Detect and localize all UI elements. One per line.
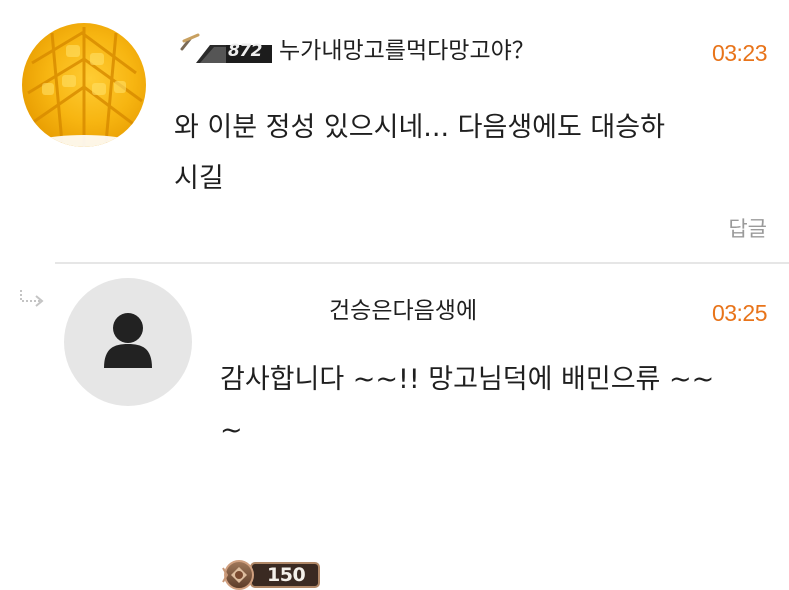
level-badge: 150 — [221, 558, 321, 590]
badge-level-number: 150 — [267, 564, 306, 586]
comment-text-line: 와 이분 정성 있으시네... 다음생에도 대승하 — [174, 112, 665, 143]
comment-text: 와 이분 정성 있으시네... 다음생에도 대승하 시길 — [174, 102, 665, 204]
comment-text: 감사합니다 ~~!! 망고님덕에 배민으류 ~~ ~ — [220, 354, 714, 456]
avatar[interactable] — [64, 278, 192, 406]
reply-comment-item: 150 건승은다음생에 03:25 감사합니다 ~~!! 망고님덕에 배민으류 … — [0, 264, 789, 590]
avatar[interactable] — [22, 23, 146, 147]
mango-avatar-icon — [22, 27, 146, 147]
level-badge: 872 — [180, 33, 272, 65]
comment-item: 872 누가내망고를먹다망고야？ 03:23 와 이분 정성 있으시네... 다… — [0, 0, 789, 262]
nickname[interactable]: 누가내망고를먹다망고야？ — [279, 36, 535, 66]
comment-time: 03:25 — [711, 300, 768, 326]
badge-level-number: 872 — [228, 41, 263, 61]
reply-button[interactable]: 답글 — [728, 214, 767, 244]
default-person-avatar-icon — [104, 313, 152, 368]
comment-text-line: ~ — [220, 415, 243, 446]
comment-time: 03:23 — [711, 40, 768, 66]
comment-text-line: 시길 — [174, 163, 224, 194]
nickname[interactable]: 건승은다음생에 — [329, 296, 477, 326]
comment-text-line: 감사합니다 ~~!! 망고님덕에 배민으류 ~~ — [220, 364, 715, 395]
